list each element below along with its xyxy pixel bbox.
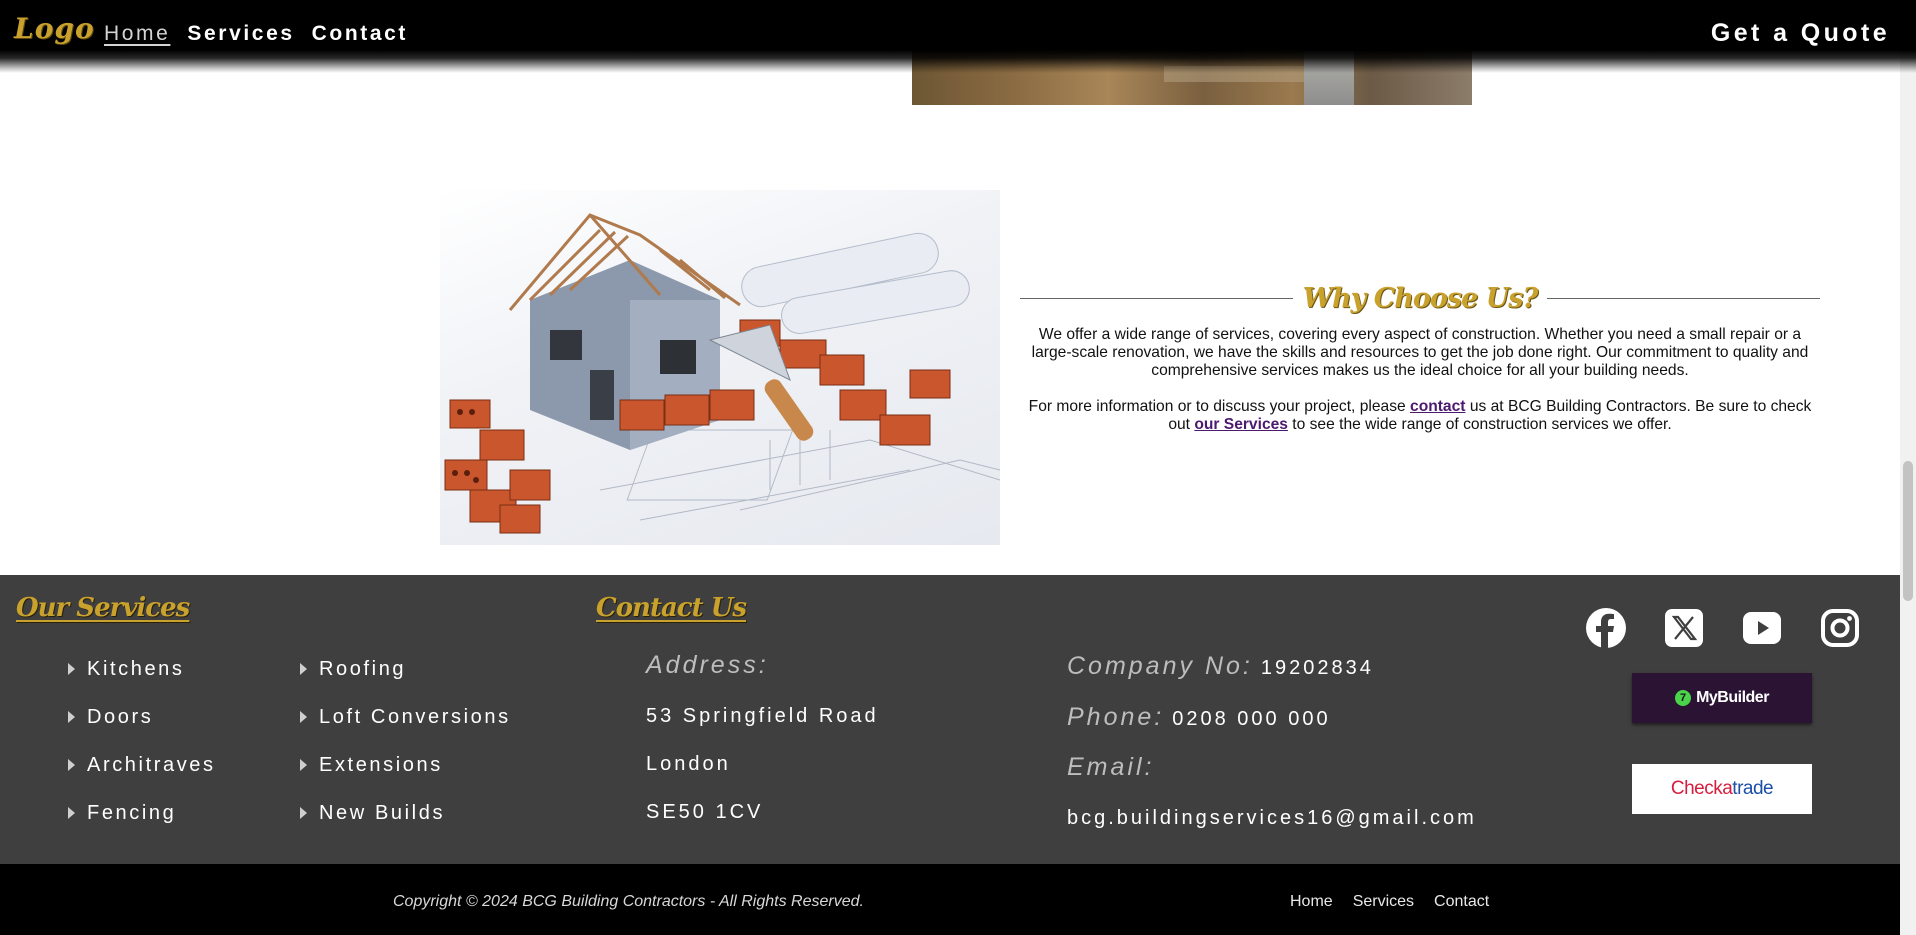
bottom-bar: Copyright © 2024 BCG Building Contractor… [0,864,1916,935]
service-item-architraves[interactable]: Architraves [68,741,216,789]
caret-right-icon [300,759,307,771]
service-item-fencing[interactable]: Fencing [68,789,216,837]
bottom-link-home[interactable]: Home [1290,893,1333,911]
service-label: Kitchens [87,657,185,680]
company-number-label: Company No: [1067,652,1253,680]
phone-value[interactable]: 0208 000 000 [1172,708,1330,730]
service-item-new-builds[interactable]: New Builds [300,789,511,837]
para2-text-before: For more information or to discuss your … [1028,398,1411,415]
page-scrollbar-thumb[interactable] [1903,461,1913,601]
address-line-2: London [646,753,731,775]
our-services-title: Our Services [16,593,190,623]
email-row: Email: [1067,753,1154,782]
address-line-3: SE50 1CV [646,801,764,823]
why-paragraph-2: For more information or to discuss your … [1020,398,1820,434]
caret-right-icon [68,807,75,819]
mybuilder-logo-icon: 7 [1675,690,1692,706]
bottom-link-services[interactable]: Services [1353,893,1414,911]
service-item-doors[interactable]: Doors [68,693,216,741]
nav-link-home[interactable]: Home [104,22,170,46]
services-column-2: Roofing Loft Conversions Extensions New … [300,645,511,837]
service-item-loft-conversions[interactable]: Loft Conversions [300,693,511,741]
instagram-icon[interactable] [1820,608,1860,648]
contact-link[interactable]: contact [1410,398,1465,415]
heading-rule-right [1547,297,1820,299]
social-links [1586,608,1860,648]
email-label: Email: [1067,753,1155,781]
service-label: New Builds [319,801,446,824]
service-item-roofing[interactable]: Roofing [300,645,511,693]
nav-link-services[interactable]: Services [187,22,294,46]
checkatrade-label-part2: trade [1732,778,1774,799]
service-label: Loft Conversions [319,705,511,728]
email-value[interactable]: bcg.buildingservices16@gmail.com [1067,807,1477,830]
checkatrade-badge[interactable]: Checka trade [1632,764,1812,814]
why-heading-row: Why Choose Us? [1020,280,1820,316]
main-nav: Home Services Contact [104,22,408,46]
caret-right-icon [300,711,307,723]
mybuilder-badge[interactable]: 7 MyBuilder [1632,673,1812,723]
contact-us-title: Contact Us [596,593,747,623]
our-services-link[interactable]: our Services [1194,416,1288,433]
site-footer: Our Services Kitchens Doors Architraves … [0,575,1916,864]
company-number-row: Company No: 19202834 [1067,652,1374,681]
services-column-1: Kitchens Doors Architraves Fencing [68,645,216,837]
caret-right-icon [300,807,307,819]
address-line-1: 53 Springfield Road [646,705,879,727]
mybuilder-label: MyBuilder [1696,689,1769,706]
facebook-icon[interactable] [1586,608,1626,648]
why-choose-us-heading: Why Choose Us? [1302,282,1539,314]
address-label: Address: [646,651,769,679]
nav-link-contact[interactable]: Contact [312,22,408,46]
caret-right-icon [68,663,75,675]
service-label: Fencing [87,801,177,824]
service-label: Extensions [319,753,443,776]
caret-right-icon [68,711,75,723]
why-choose-us-section: Why Choose Us? We offer a wide range of … [1020,280,1820,434]
get-a-quote-button[interactable]: Get a Quote [1711,19,1890,48]
caret-right-icon [300,663,307,675]
heading-rule-left [1020,297,1293,299]
site-logo[interactable]: Logo [14,12,95,45]
service-item-kitchens[interactable]: Kitchens [68,645,216,693]
service-label: Doors [87,705,154,728]
bottom-link-contact[interactable]: Contact [1434,893,1489,911]
x-icon[interactable] [1664,608,1704,648]
service-label: Architraves [87,753,216,776]
company-number-value: 19202834 [1260,657,1374,679]
copyright-text: Copyright © 2024 BCG Building Contractor… [393,893,864,910]
service-item-extensions[interactable]: Extensions [300,741,511,789]
house-bricks-image [440,190,1000,545]
service-label: Roofing [319,657,407,680]
caret-right-icon [68,759,75,771]
top-navbar: Logo Home Services Contact Get a Quote [0,0,1916,73]
phone-label: Phone: [1067,703,1165,731]
bottom-nav: Home Services Contact [1290,893,1489,911]
phone-row: Phone: 0208 000 000 [1067,703,1331,732]
why-paragraph-1: We offer a wide range of services, cover… [1031,326,1809,379]
para2-text-after: to see the wide range of construction se… [1287,416,1672,433]
youtube-icon[interactable] [1742,608,1782,648]
checkatrade-label-part1: Checka [1670,778,1733,799]
